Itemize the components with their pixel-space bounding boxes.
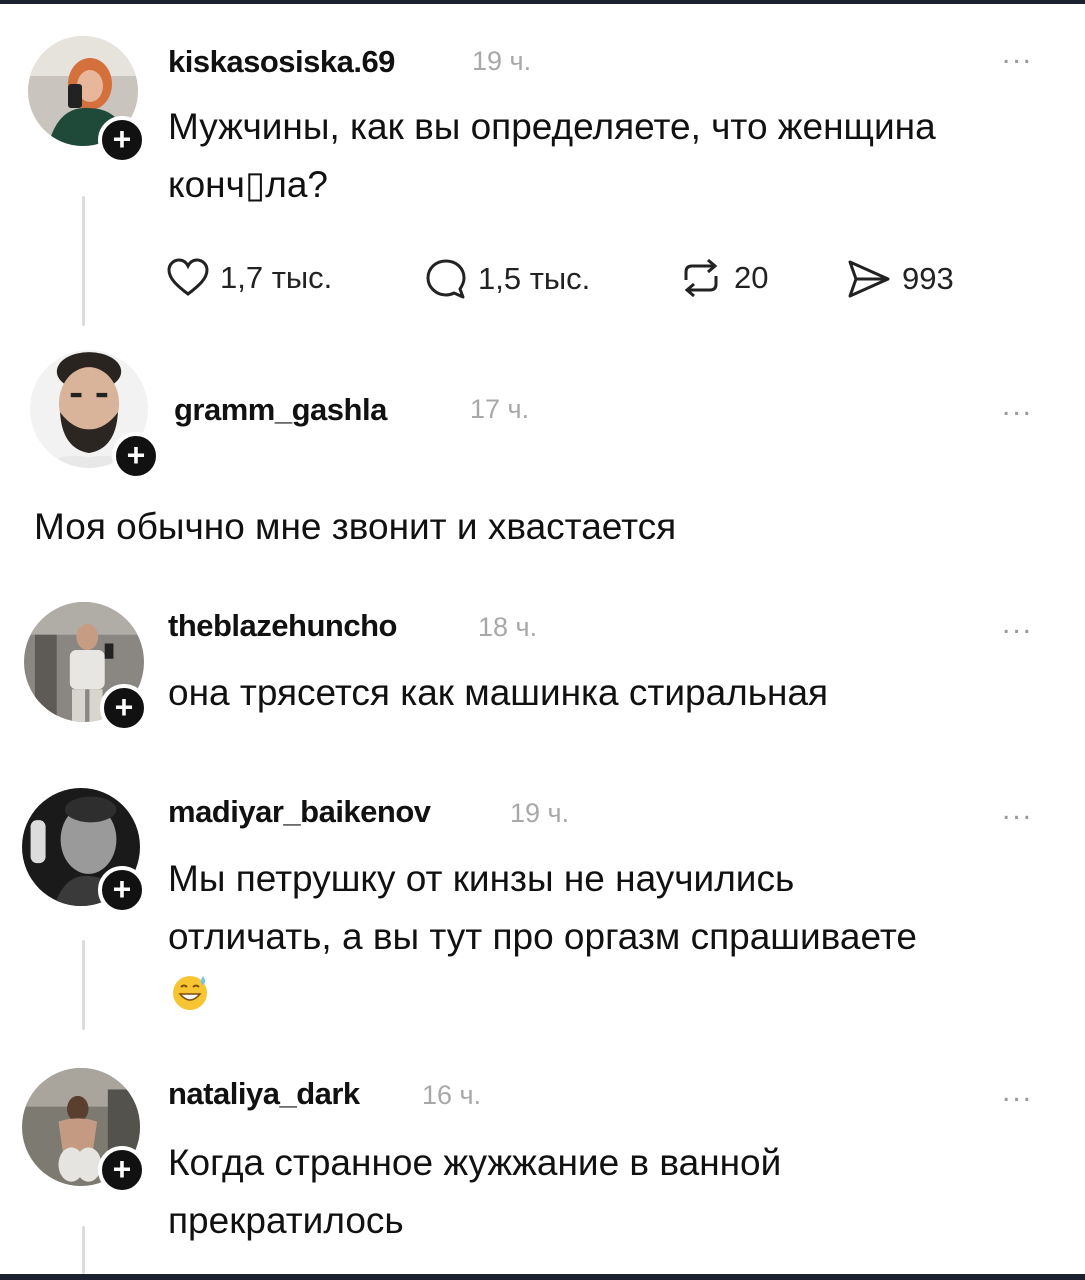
thread-line	[82, 1226, 85, 1274]
grinning-sweat-emoji	[173, 976, 207, 1010]
follow-button[interactable]: +	[98, 866, 146, 914]
thread-line	[82, 940, 85, 1030]
post-text: Моя обычно мне звонит и хвастается	[34, 506, 677, 547]
post-text-line-2: конч▯ла?	[168, 164, 328, 205]
timestamp: 18 ч.	[478, 612, 538, 642]
more-options-icon[interactable]: ...	[1002, 795, 1033, 825]
follow-button[interactable]: +	[100, 684, 148, 732]
username[interactable]: nataliya_dark	[168, 1076, 360, 1112]
repost-count: 20	[734, 260, 769, 295]
post-text-line-1: Когда странное жужжание в ванной	[168, 1142, 782, 1183]
more-options-icon[interactable]: ...	[1002, 609, 1033, 639]
like-button[interactable]: 1,7 тыс.	[166, 258, 332, 298]
like-count: 1,7 тыс.	[220, 260, 333, 295]
top-frame-bar	[0, 0, 1085, 4]
username[interactable]: madiyar_baikenov	[168, 794, 431, 830]
reply-count: 1,5 тыс.	[478, 261, 591, 296]
reply-button[interactable]: 1,5 тыс.	[424, 258, 590, 300]
send-icon	[848, 260, 890, 298]
thread-line	[82, 196, 85, 326]
follow-button[interactable]: +	[98, 1146, 146, 1194]
post-text-line-2: отличать, а вы тут про оргазм спрашивает…	[168, 916, 917, 957]
more-options-icon[interactable]: ...	[1002, 39, 1033, 69]
share-button[interactable]: 993	[846, 258, 954, 300]
post-text-line-2: прекратилось	[168, 1200, 404, 1241]
post-text-line-1: Мы петрушку от кинзы не научились	[168, 858, 795, 899]
follow-button[interactable]: +	[112, 432, 160, 480]
timestamp: 19 ч.	[472, 46, 532, 76]
post-text-line-1: Мужчины, как вы определяете, что женщина	[168, 106, 936, 147]
share-count: 993	[902, 261, 954, 296]
repost-button[interactable]: 20	[678, 258, 768, 298]
heart-icon	[167, 258, 209, 296]
timestamp: 17 ч.	[470, 394, 530, 424]
repost-icon	[684, 258, 718, 298]
more-options-icon[interactable]: ...	[1002, 391, 1033, 421]
post-text: она трясется как машинка стиральная	[168, 672, 829, 713]
more-options-icon[interactable]: ...	[1002, 1077, 1033, 1107]
timestamp: 16 ч.	[422, 1080, 482, 1110]
timestamp: 19 ч.	[510, 798, 570, 828]
username[interactable]: gramm_gashla	[174, 392, 387, 428]
username[interactable]: theblazehuncho	[168, 608, 397, 644]
bottom-frame-bar	[0, 1274, 1085, 1280]
username[interactable]: kiskasosiska.69	[168, 44, 395, 80]
follow-button[interactable]: +	[98, 116, 146, 164]
comment-icon	[426, 259, 466, 299]
